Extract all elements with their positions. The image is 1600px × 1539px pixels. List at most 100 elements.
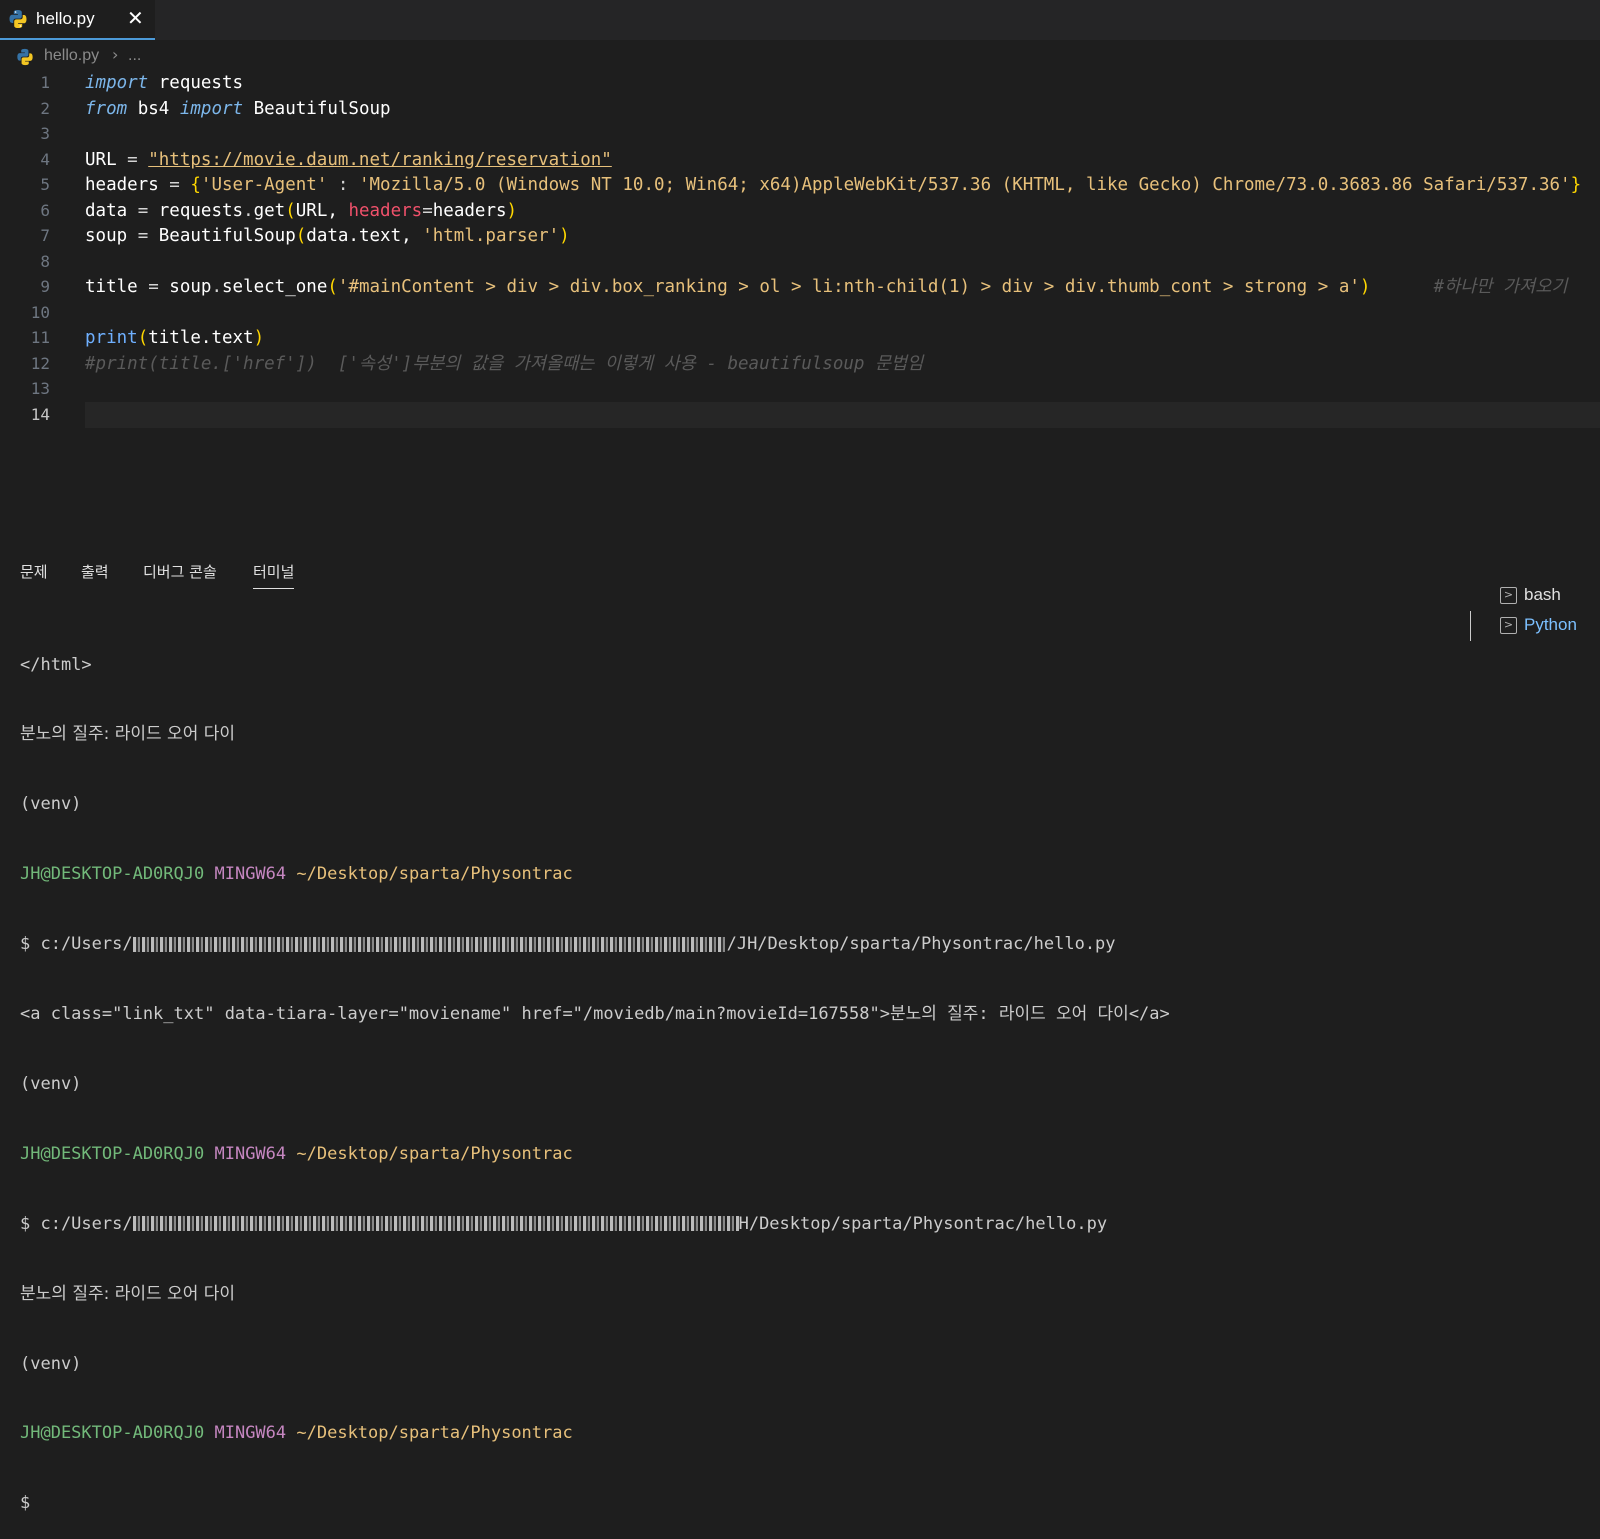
paren: ) [253, 328, 265, 348]
line-number: 7 [40, 226, 50, 245]
terminal-line: 분노의 질주: 라이드 오어 다이 [20, 724, 236, 745]
python-icon [17, 48, 33, 66]
class-name: BeautifulSoup [243, 98, 391, 119]
code-line: 6 data = requests.get(URL, headers=heade… [0, 198, 1600, 224]
tab-output[interactable]: 출력 [81, 561, 109, 582]
paren: ) [1359, 277, 1371, 297]
code-line: 8 [0, 249, 1600, 275]
prompt-dollar: $ [20, 1493, 31, 1514]
terminal-icon: > [1500, 587, 1517, 604]
operator: = [127, 226, 159, 246]
tab-debug-console[interactable]: 디버그 콘솔 [143, 561, 217, 582]
function-name: print [85, 328, 138, 348]
terminal-icon: > [1500, 617, 1517, 634]
line-number: 6 [40, 200, 50, 220]
code-line: 1 import requests [0, 70, 1600, 96]
variable: URL [85, 149, 117, 170]
line-number: 9 [40, 277, 50, 296]
operator: . [243, 200, 254, 221]
code-line: 2 from bs4 import BeautifulSoup [0, 96, 1600, 122]
line-number: 3 [40, 124, 50, 143]
operator: = [137, 277, 170, 297]
terminal-line: (venv) [20, 1353, 82, 1374]
string-url[interactable]: "https://movie.daum.net/ranking/reservat… [148, 150, 612, 170]
terminal-line: </html> [20, 654, 92, 675]
line-number: 11 [30, 328, 50, 347]
string: 'html.parser' [422, 226, 560, 246]
code-line: 12 #print(title.['href']) ['속성']부분의 값을 가… [0, 351, 1600, 377]
prompt-path: ~/Desktop/sparta/Physontrac [296, 864, 573, 885]
line-number: 2 [40, 98, 50, 118]
tab-terminal[interactable]: 터미널 [253, 561, 295, 589]
line-number: 14 [30, 404, 50, 424]
line-number: 13 [30, 379, 50, 398]
current-line-highlight [85, 401, 1600, 428]
terminal-selection-indicator [1470, 611, 1471, 641]
terminal-item-python[interactable]: > Python [1500, 612, 1600, 640]
operator: = [158, 175, 191, 195]
function-name: select_one [222, 277, 328, 297]
variable: soup [85, 226, 128, 246]
argument: headers [432, 200, 507, 221]
terminal-item-bash[interactable]: > bash [1500, 582, 1600, 610]
variable: headers [85, 175, 159, 195]
brace: { [190, 175, 201, 195]
chevron-right-icon: › [112, 45, 119, 64]
operator: . [211, 277, 222, 297]
comment: #하나만 가져오기 [1433, 277, 1568, 297]
operator: = [116, 149, 149, 170]
code-line: 11 print(title.text) [0, 325, 1600, 351]
string: 'Mozilla/5.0 (Windows NT 10.0; Win64; x6… [358, 175, 1571, 195]
close-icon[interactable]: ✕ [127, 6, 144, 30]
argument: data.text, [306, 226, 423, 246]
terminal-command: $ c:/Users/ /JH/Desktop/sparta/Physontrac… [20, 933, 1460, 956]
tab-hello-py[interactable]: hello.py ✕ [0, 0, 155, 40]
paren: ( [285, 200, 296, 221]
editor-tab-bar: hello.py ✕ [0, 0, 1600, 40]
line-number: 8 [40, 251, 50, 271]
prompt-user: JH@DESKTOP-AD0RQJ0 [20, 1143, 205, 1164]
string: 'User-Agent' [200, 175, 328, 195]
redacted-path [132, 936, 727, 952]
code-line: 10 [0, 300, 1600, 326]
prompt-env: MINGW64 [214, 864, 287, 885]
command-suffix: H/Desktop/sparta/Physontrac/hello.py [738, 1213, 1108, 1234]
code-line: 3 [0, 121, 1600, 147]
terminal-line: <a class="link_txt" data-tiara-layer="mo… [20, 1004, 1170, 1025]
prompt-env: MINGW64 [214, 1423, 287, 1444]
terminal-output[interactable]: </html> 분노의 질주: 라이드 오어 다이 (venv) JH@DESK… [20, 607, 1460, 1539]
keyword: from [85, 98, 128, 119]
breadcrumb-file[interactable]: hello.py [44, 47, 99, 65]
code-line: 13 [0, 376, 1600, 402]
argument: URL, [295, 200, 349, 221]
operator: = [127, 200, 159, 221]
code-line: 5 headers = {'User-Agent' : 'Mozilla/5.0… [0, 172, 1600, 198]
function-name: get [253, 200, 286, 221]
terminal-line: (venv) [20, 794, 82, 815]
tab-problems[interactable]: 문제 [20, 561, 48, 582]
keyword: import [179, 98, 244, 119]
paren: ( [327, 277, 338, 297]
tab-label: hello.py [36, 9, 95, 28]
code-line-active: 14 [0, 401, 1600, 428]
breadcrumb-symbols[interactable]: ... [128, 47, 141, 65]
terminal-line: 분노의 질주: 라이드 오어 다이 [20, 1283, 236, 1304]
command-prefix: $ c:/Users/ [20, 934, 133, 955]
panel-tab-bar: 문제 출력 디버그 콘솔 터미널 [0, 555, 600, 589]
variable: data [85, 200, 128, 221]
paren: ) [559, 226, 570, 246]
paren: ( [295, 226, 307, 246]
prompt-env: MINGW64 [214, 1143, 287, 1164]
terminal-name: bash [1524, 585, 1561, 604]
line-number: 5 [40, 175, 50, 194]
paren: ( [137, 328, 149, 348]
terminal-input-line[interactable]: $ [20, 1492, 1460, 1515]
code-editor[interactable]: 1 import requests 2 from bs4 import Beau… [0, 70, 1600, 435]
string: '#mainContent > div > div.box_ranking > … [337, 277, 1360, 297]
line-number: 12 [30, 353, 50, 373]
module-name: requests [148, 73, 244, 93]
terminal-name: Python [1524, 615, 1577, 634]
prompt-path: ~/Desktop/sparta/Physontrac [296, 1423, 573, 1444]
command-prefix: $ c:/Users/ [20, 1213, 133, 1234]
